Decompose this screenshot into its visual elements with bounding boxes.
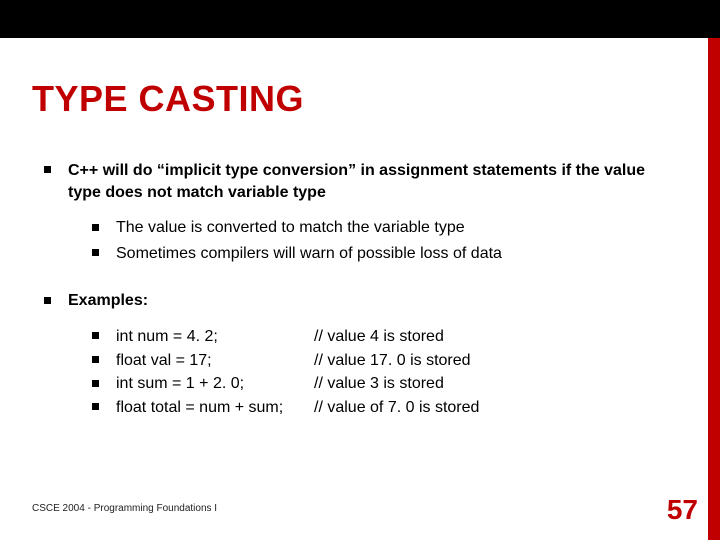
example-code: int num = 4. 2; [116,326,314,348]
bullet-examples: Examples: int num = 4. 2; // value 4 is … [44,290,680,418]
example-code: int sum = 1 + 2. 0; [116,373,314,395]
example-item: float val = 17; // value 17. 0 is stored [92,350,680,372]
example-comment: // value 17. 0 is stored [314,350,471,372]
bullet-text: Examples: [68,292,148,309]
square-bullet-icon [92,249,99,256]
sub-bullets: The value is converted to match the vari… [68,217,680,264]
page-number: 57 [667,494,698,526]
example-item: int sum = 1 + 2. 0; // value 3 is stored [92,373,680,395]
square-bullet-icon [92,224,99,231]
example-item: int num = 4. 2; // value 4 is stored [92,326,680,348]
slide-title: TYPE CASTING [32,78,304,120]
example-comment: // value 3 is stored [314,373,444,395]
square-bullet-icon [92,356,99,363]
side-accent [708,38,720,540]
example-list: int num = 4. 2; // value 4 is stored flo… [68,326,680,418]
sub-bullet-text: The value is converted to match the vari… [116,219,465,236]
top-bar [0,0,720,38]
bullet-main: C++ will do “implicit type conversion” i… [44,160,680,264]
example-comment: // value of 7. 0 is stored [314,397,479,419]
square-bullet-icon [92,380,99,387]
square-bullet-icon [44,297,51,304]
example-code: float val = 17; [116,350,314,372]
sub-bullet-text: Sometimes compilers will warn of possibl… [116,245,502,262]
sub-bullet: The value is converted to match the vari… [92,217,680,239]
example-comment: // value 4 is stored [314,326,444,348]
square-bullet-icon [92,403,99,410]
slide-footer: CSCE 2004 - Programming Foundations I [32,503,217,514]
square-bullet-icon [92,332,99,339]
example-code: float total = num + sum; [116,397,314,419]
bullet-text: C++ will do “implicit type conversion” i… [68,162,645,201]
square-bullet-icon [44,166,51,173]
sub-bullet: Sometimes compilers will warn of possibl… [92,243,680,265]
slide-body: C++ will do “implicit type conversion” i… [44,160,680,436]
example-item: float total = num + sum; // value of 7. … [92,397,680,419]
